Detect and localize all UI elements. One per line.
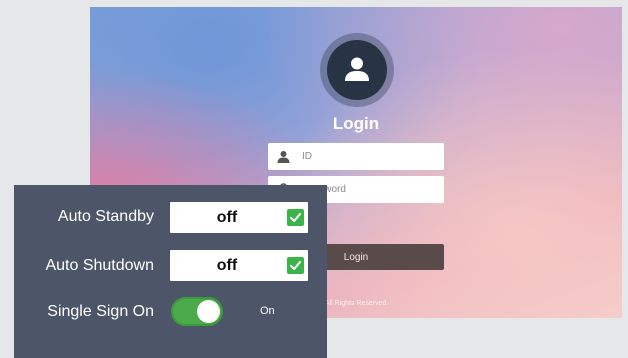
- auto-shutdown-checkbox[interactable]: [287, 257, 304, 274]
- avatar-ring: [320, 33, 394, 107]
- id-field[interactable]: [268, 143, 444, 170]
- settings-panel: Auto Standby off Auto Shutdown off Singl…: [14, 185, 327, 358]
- auto-standby-checkbox[interactable]: [287, 209, 304, 226]
- auto-standby-value: off: [216, 209, 238, 226]
- login-title: Login: [332, 114, 380, 133]
- auto-standby-field[interactable]: off: [170, 202, 308, 233]
- single-sign-on-toggle[interactable]: [171, 297, 223, 326]
- toggle-knob[interactable]: [197, 300, 220, 323]
- auto-shutdown-label: Auto Shutdown: [45, 257, 154, 274]
- avatar: [327, 40, 387, 100]
- auto-shutdown-value: off: [216, 257, 238, 274]
- single-sign-on-state: On: [260, 305, 275, 317]
- id-input[interactable]: [302, 143, 438, 170]
- auto-shutdown-field[interactable]: off: [170, 250, 308, 281]
- user-icon: [345, 57, 369, 81]
- single-sign-on-label: Single Sign On: [47, 303, 154, 320]
- auto-standby-label: Auto Standby: [57, 208, 154, 225]
- checkmark-icon: [290, 261, 301, 270]
- user-icon: [277, 151, 290, 163]
- checkmark-icon: [290, 213, 301, 222]
